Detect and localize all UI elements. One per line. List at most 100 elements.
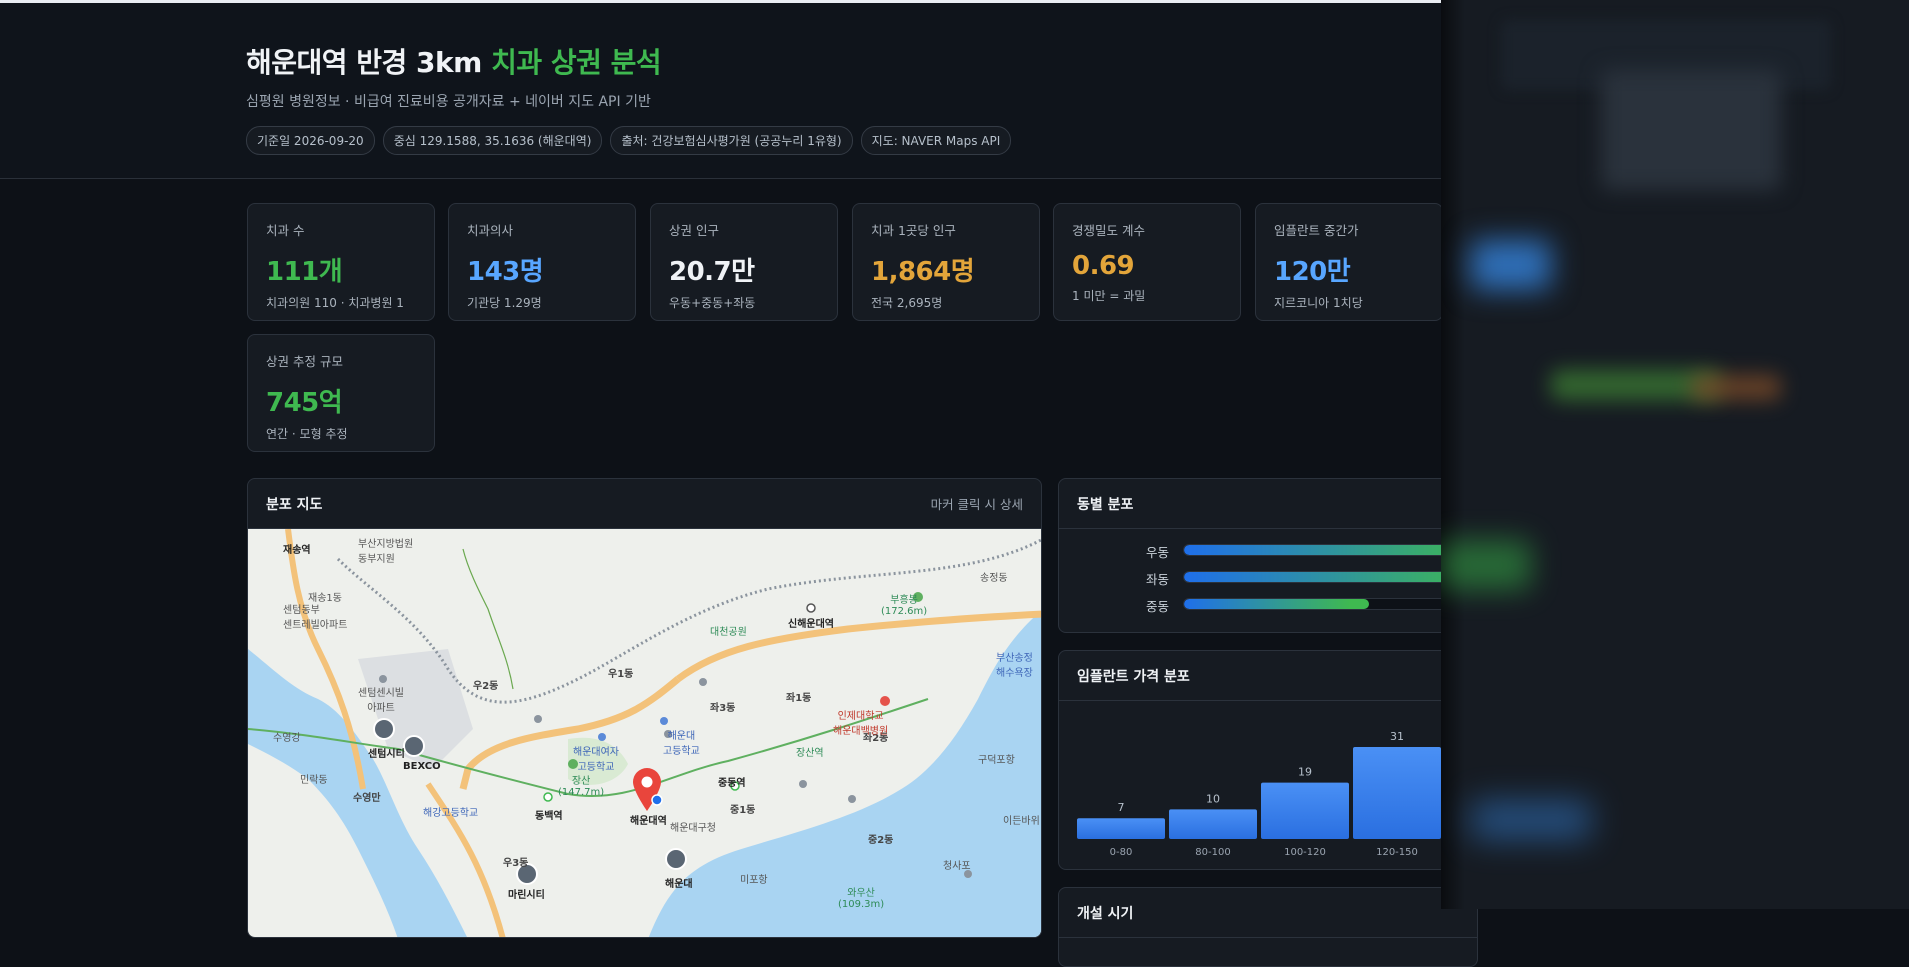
kpi-card-implant-median: 임플란트 중간가 120만 지르코니아 1치당 xyxy=(1255,203,1443,321)
map-label: 좌3동 xyxy=(710,703,736,714)
kpi-card-population: 상권 인구 20.7만 우동+중동+좌동 xyxy=(650,203,838,321)
blurred-block xyxy=(1471,240,1551,290)
map-panel-hint: 마커 클릭 시 상세 xyxy=(930,497,1023,512)
map-label: 신해운대역 xyxy=(788,619,834,630)
price-bar[interactable] xyxy=(1353,747,1441,839)
opening-panel: 개설 시기 xyxy=(1058,887,1478,967)
station-marker xyxy=(543,792,553,802)
title-main: 해운대역 반경 3km xyxy=(246,46,482,79)
implant-panel-title: 임플란트 가격 분포 xyxy=(1077,668,1190,685)
map-label: 청사포 xyxy=(943,861,971,872)
title-accent: 치과 상권 분석 xyxy=(491,46,662,79)
page-title: 해운대역 반경 3km 치과 상권 분석 xyxy=(246,41,662,81)
dong-bar-fill xyxy=(1184,599,1369,609)
map-label: 우2동 xyxy=(473,681,499,692)
kpi-card-clinic-count: 치과 수 111개 치과의원 110 · 치과병원 1 xyxy=(247,203,435,321)
trail xyxy=(462,548,514,690)
map-label: 미포항 xyxy=(740,875,768,886)
dong-bar-track xyxy=(1183,571,1477,583)
blurred-block xyxy=(1471,800,1591,840)
school-dot xyxy=(598,733,606,741)
price-bar[interactable] xyxy=(1169,809,1257,839)
opening-panel-header: 개설 시기 xyxy=(1059,888,1477,938)
photo-thumb xyxy=(665,848,687,870)
bar-category-label: 0-80 xyxy=(1110,847,1133,858)
kpi-card-competition: 경쟁밀도 계수 0.69 1 미만 = 과밀 xyxy=(1053,203,1241,321)
side-drawer-overlay[interactable] xyxy=(1441,0,1909,909)
map-label: 수영강 xyxy=(273,733,301,744)
kpi-value: 1,864명 xyxy=(871,257,975,287)
map-label: 부흥봉 (172.6m) xyxy=(881,595,928,617)
kpi-value: 745억 xyxy=(266,388,343,418)
map-label: 마린시티 xyxy=(508,890,545,901)
price-bar[interactable] xyxy=(1077,818,1165,839)
kpi-label: 임플란트 중간가 xyxy=(1274,223,1359,238)
hospital-dot xyxy=(880,696,890,706)
kpi-sub: 우동+중동+좌동 xyxy=(669,296,756,310)
kpi-value: 120만 xyxy=(1274,257,1351,287)
chip-center: 중심 129.1588, 35.1636 (해운대역) xyxy=(382,126,603,155)
bar-category-label: 80-100 xyxy=(1195,847,1230,858)
dong-panel: 동별 분포 우동 좌동 중동 xyxy=(1058,478,1478,633)
naver-map[interactable]: 재송역 부산지방법원 동부지원 재송1동 센텀동부 센트레빌아파트 우2동 우1… xyxy=(248,529,1041,937)
map-panel-header: 분포 지도 마커 클릭 시 상세 xyxy=(248,479,1041,529)
map-label: 해운대역 xyxy=(630,816,667,827)
kpi-value: 111개 xyxy=(266,257,343,287)
map-label: 우3동 xyxy=(503,858,529,869)
implant-panel: 임플란트 가격 분포 7 0-80 10 80-100 19 100-120 31 120-1… xyxy=(1058,650,1478,870)
poi-dot xyxy=(379,675,387,683)
map-label: 재송역 xyxy=(283,545,311,556)
implant-panel-header: 임플란트 가격 분포 xyxy=(1059,651,1477,701)
kpi-label: 치과 1곳당 인구 xyxy=(871,223,956,238)
bar-value-label: 19 xyxy=(1298,766,1312,779)
dong-bar-fill xyxy=(1184,545,1477,555)
dong-panel-header: 동별 분포 xyxy=(1059,479,1477,529)
chip-base-date: 기준일 2026-09-20 xyxy=(246,126,375,155)
dong-panel-title: 동별 분포 xyxy=(1077,496,1134,513)
poi-dot xyxy=(534,715,542,723)
map-label: 와우산 (109.3m) xyxy=(838,888,885,910)
kpi-value: 0.69 xyxy=(1072,251,1135,281)
dong-name: 우동 xyxy=(1145,545,1169,560)
map-label: 구덕포항 xyxy=(978,755,1015,766)
map-panel-title: 분포 지도 xyxy=(266,496,323,513)
dong-bar-track xyxy=(1183,598,1477,610)
map-label: 센텀센시빌 아파트 xyxy=(358,688,404,714)
map-label: 동백역 xyxy=(535,811,563,822)
price-bar[interactable] xyxy=(1261,782,1349,839)
bar-value-label: 10 xyxy=(1206,792,1220,805)
kpi-card-pop-per-clinic: 치과 1곳당 인구 1,864명 전국 2,695명 xyxy=(852,203,1040,321)
dong-bar-fill xyxy=(1184,572,1477,582)
poi-dot xyxy=(799,780,807,788)
map-label: 해운대 고등학교 xyxy=(663,731,700,757)
meta-chips: 기준일 2026-09-20 중심 129.1588, 35.1636 (해운대… xyxy=(246,126,1012,155)
map-label: 송정동 xyxy=(980,573,1008,584)
map-label: 중1동 xyxy=(730,805,756,816)
chip-map-api: 지도: NAVER Maps API xyxy=(860,126,1012,155)
blurred-block xyxy=(1601,70,1781,190)
blurred-block xyxy=(1691,375,1781,400)
map-label: 센텀동부 센트레빌아파트 xyxy=(283,605,348,631)
kpi-label: 치과 수 xyxy=(266,223,305,238)
kpi-sub: 기관당 1.29명 xyxy=(467,296,542,310)
school-dot xyxy=(660,717,668,725)
map-label: 우1동 xyxy=(608,669,634,680)
map-label: 좌1동 xyxy=(786,693,812,704)
map-label: 중2동 xyxy=(868,835,894,846)
map-panel: 분포 지도 마커 클릭 시 상세 재송역 부산지방법원 동부지원 재송1동 센텀… xyxy=(247,478,1042,938)
station-marker xyxy=(806,603,816,613)
dong-bar-track xyxy=(1183,544,1477,556)
dong-name: 중동 xyxy=(1145,599,1169,614)
kpi-sub: 지르코니아 1치당 xyxy=(1274,296,1363,310)
page-subtitle: 심평원 병원정보 · 비급여 진료비용 공개자료 + 네이버 지도 API 기반 xyxy=(246,94,651,110)
center-pin-icon[interactable] xyxy=(630,767,664,813)
dong-rows: 우동 좌동 중동 xyxy=(1059,529,1477,632)
map-label: 민락동 xyxy=(300,775,328,786)
kpi-card-dentists: 치과의사 143명 기관당 1.29명 xyxy=(448,203,636,321)
report-header: 해운대역 반경 3km 치과 상권 분석 심평원 병원정보 · 비급여 진료비용… xyxy=(0,3,1441,179)
photo-thumb xyxy=(403,735,425,757)
bar-category-label: 120-150 xyxy=(1376,847,1418,858)
map-label: 인제대학교 해운대백병원 xyxy=(833,711,889,737)
implant-price-chart: 7 0-80 10 80-100 19 100-120 31 120-150 xyxy=(1077,730,1441,858)
map-label: 해운대 xyxy=(665,879,693,890)
